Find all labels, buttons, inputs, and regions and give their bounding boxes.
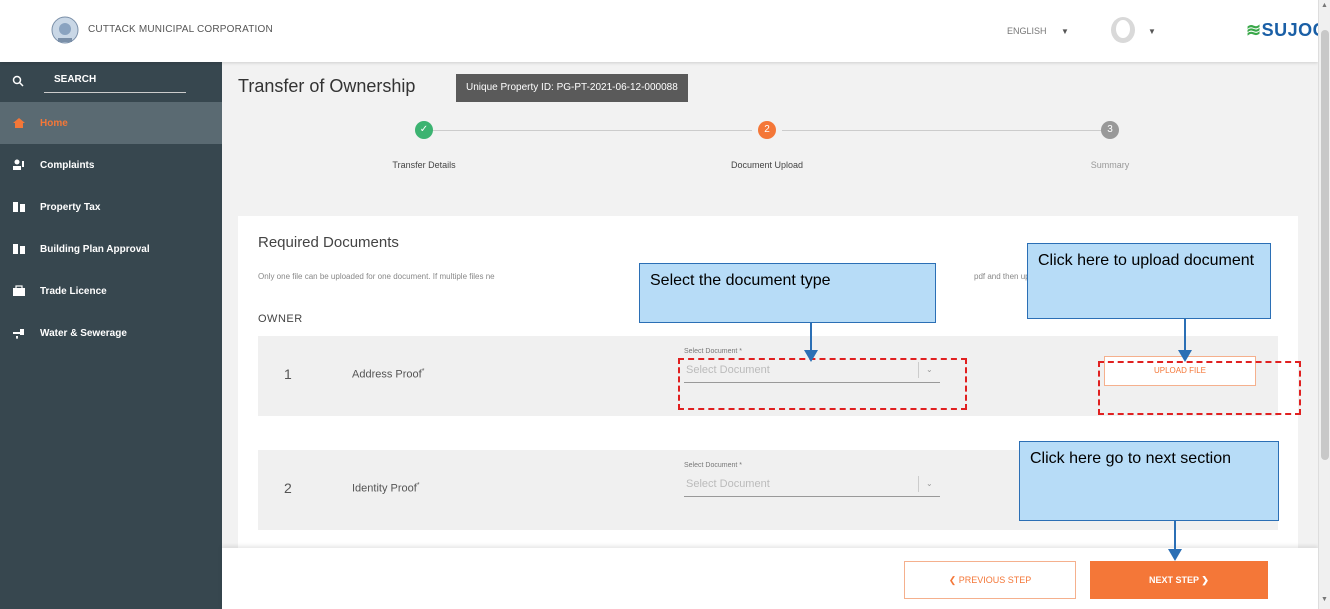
- annotation-arrow: [1184, 319, 1186, 351]
- search-label: SEARCH: [54, 74, 97, 85]
- scroll-thumb[interactable]: [1321, 30, 1329, 460]
- property-tax-icon: [13, 202, 25, 212]
- card-note-tail: pdf and then upl: [974, 272, 1032, 281]
- sidebar-item-home[interactable]: Home: [0, 102, 222, 144]
- sidebar-item-complaints[interactable]: Complaints: [0, 144, 222, 186]
- sidebar-item-label: Complaints: [40, 159, 95, 171]
- sidebar-item-property-tax[interactable]: Property Tax: [0, 186, 222, 228]
- sidebar-item-label: Building Plan Approval: [40, 243, 150, 255]
- sidebar-item-label: Home: [40, 117, 68, 129]
- step-label: Summary: [1090, 160, 1130, 170]
- profile-caret-icon[interactable]: ▼: [1148, 27, 1156, 36]
- select-document-label: Select Document *: [684, 462, 742, 469]
- search-icon[interactable]: [12, 75, 24, 87]
- step-done-icon: ✓: [415, 121, 433, 139]
- select-document-dropdown[interactable]: Select Document: [686, 478, 770, 490]
- sidebar-item-label: Property Tax: [40, 201, 101, 213]
- chevron-down-icon[interactable]: ⌄: [926, 479, 933, 488]
- sujog-brand: ≋SUJOG: [1246, 20, 1328, 40]
- building-icon: [13, 244, 25, 254]
- document-number: 1: [284, 366, 292, 382]
- select-underline: [684, 496, 940, 497]
- owner-section-label: OWNER: [258, 313, 303, 325]
- card-note: Only one file can be uploaded for one do…: [258, 272, 495, 281]
- language-caret-icon[interactable]: ▼: [1061, 27, 1069, 36]
- annotation-arrow: [810, 323, 812, 351]
- document-number: 2: [284, 480, 292, 496]
- main-content: Transfer of Ownership Unique Property ID…: [222, 62, 1318, 609]
- annotation-arrow: [1174, 521, 1176, 551]
- org-name: CUTTACK MUNICIPAL CORPORATION: [88, 24, 273, 35]
- sidebar-item-water-sewerage[interactable]: Water & Sewerage: [0, 312, 222, 354]
- step-active-dot: 2: [758, 121, 776, 139]
- step-connector: [432, 130, 752, 131]
- step-connector: [782, 130, 1102, 131]
- step-label: Document Upload: [730, 160, 804, 170]
- annotation-select-document: Select the document type: [639, 263, 936, 323]
- search-underline: [44, 92, 186, 93]
- complaints-icon: [13, 159, 24, 170]
- property-id-badge: Unique Property ID: PG-PT-2021-06-12-000…: [456, 74, 688, 102]
- page-title: Transfer of Ownership: [238, 76, 416, 96]
- document-name: Identity Proof*: [352, 482, 420, 495]
- sidebar-item-label: Water & Sewerage: [40, 327, 127, 339]
- sidebar-item-label: Trade Licence: [40, 285, 107, 297]
- card-title: Required Documents: [258, 234, 399, 251]
- highlight-select-document: [678, 358, 967, 410]
- sidebar-item-building-plan[interactable]: Building Plan Approval: [0, 228, 222, 270]
- top-header: CUTTACK MUNICIPAL CORPORATION ENGLISH ▼ …: [0, 0, 1327, 62]
- language-selector[interactable]: ENGLISH: [1007, 26, 1047, 36]
- select-divider: [918, 476, 919, 492]
- sidebar: SEARCH Home Complaints Property Tax Buil…: [0, 62, 222, 609]
- annotation-next-section: Click here go to next section: [1019, 441, 1279, 521]
- annotation-upload-document: Click here to upload document: [1027, 243, 1271, 319]
- avatar-icon[interactable]: [1110, 16, 1136, 44]
- sidebar-search[interactable]: SEARCH: [0, 62, 222, 102]
- highlight-upload-file: [1098, 361, 1301, 415]
- action-bar: ❮ PREVIOUS STEP NEXT STEP ❯: [222, 548, 1318, 609]
- trade-icon: [13, 285, 25, 296]
- previous-step-button[interactable]: ❮ PREVIOUS STEP: [904, 561, 1076, 599]
- document-name: Address Proof*: [352, 368, 425, 381]
- scroll-down-icon[interactable]: ▼: [1321, 596, 1328, 603]
- home-icon: [13, 118, 25, 128]
- cmc-logo-icon: [51, 16, 79, 44]
- step-label: Transfer Details: [392, 160, 456, 170]
- scroll-up-icon[interactable]: ▲: [1321, 2, 1328, 9]
- next-step-button[interactable]: NEXT STEP ❯: [1090, 561, 1268, 599]
- water-icon: [13, 329, 24, 339]
- sidebar-item-trade-licence[interactable]: Trade Licence: [0, 270, 222, 312]
- arrow-down-icon: [1178, 350, 1192, 362]
- step-pending-dot: 3: [1101, 121, 1119, 139]
- select-document-label: Select Document *: [684, 348, 742, 355]
- arrow-down-icon: [804, 350, 818, 362]
- stepper: ✓ 2 3 Transfer Details Document Upload S…: [222, 114, 1318, 184]
- page-scrollbar[interactable]: ▲ ▼: [1318, 0, 1330, 609]
- arrow-down-icon: [1168, 549, 1182, 561]
